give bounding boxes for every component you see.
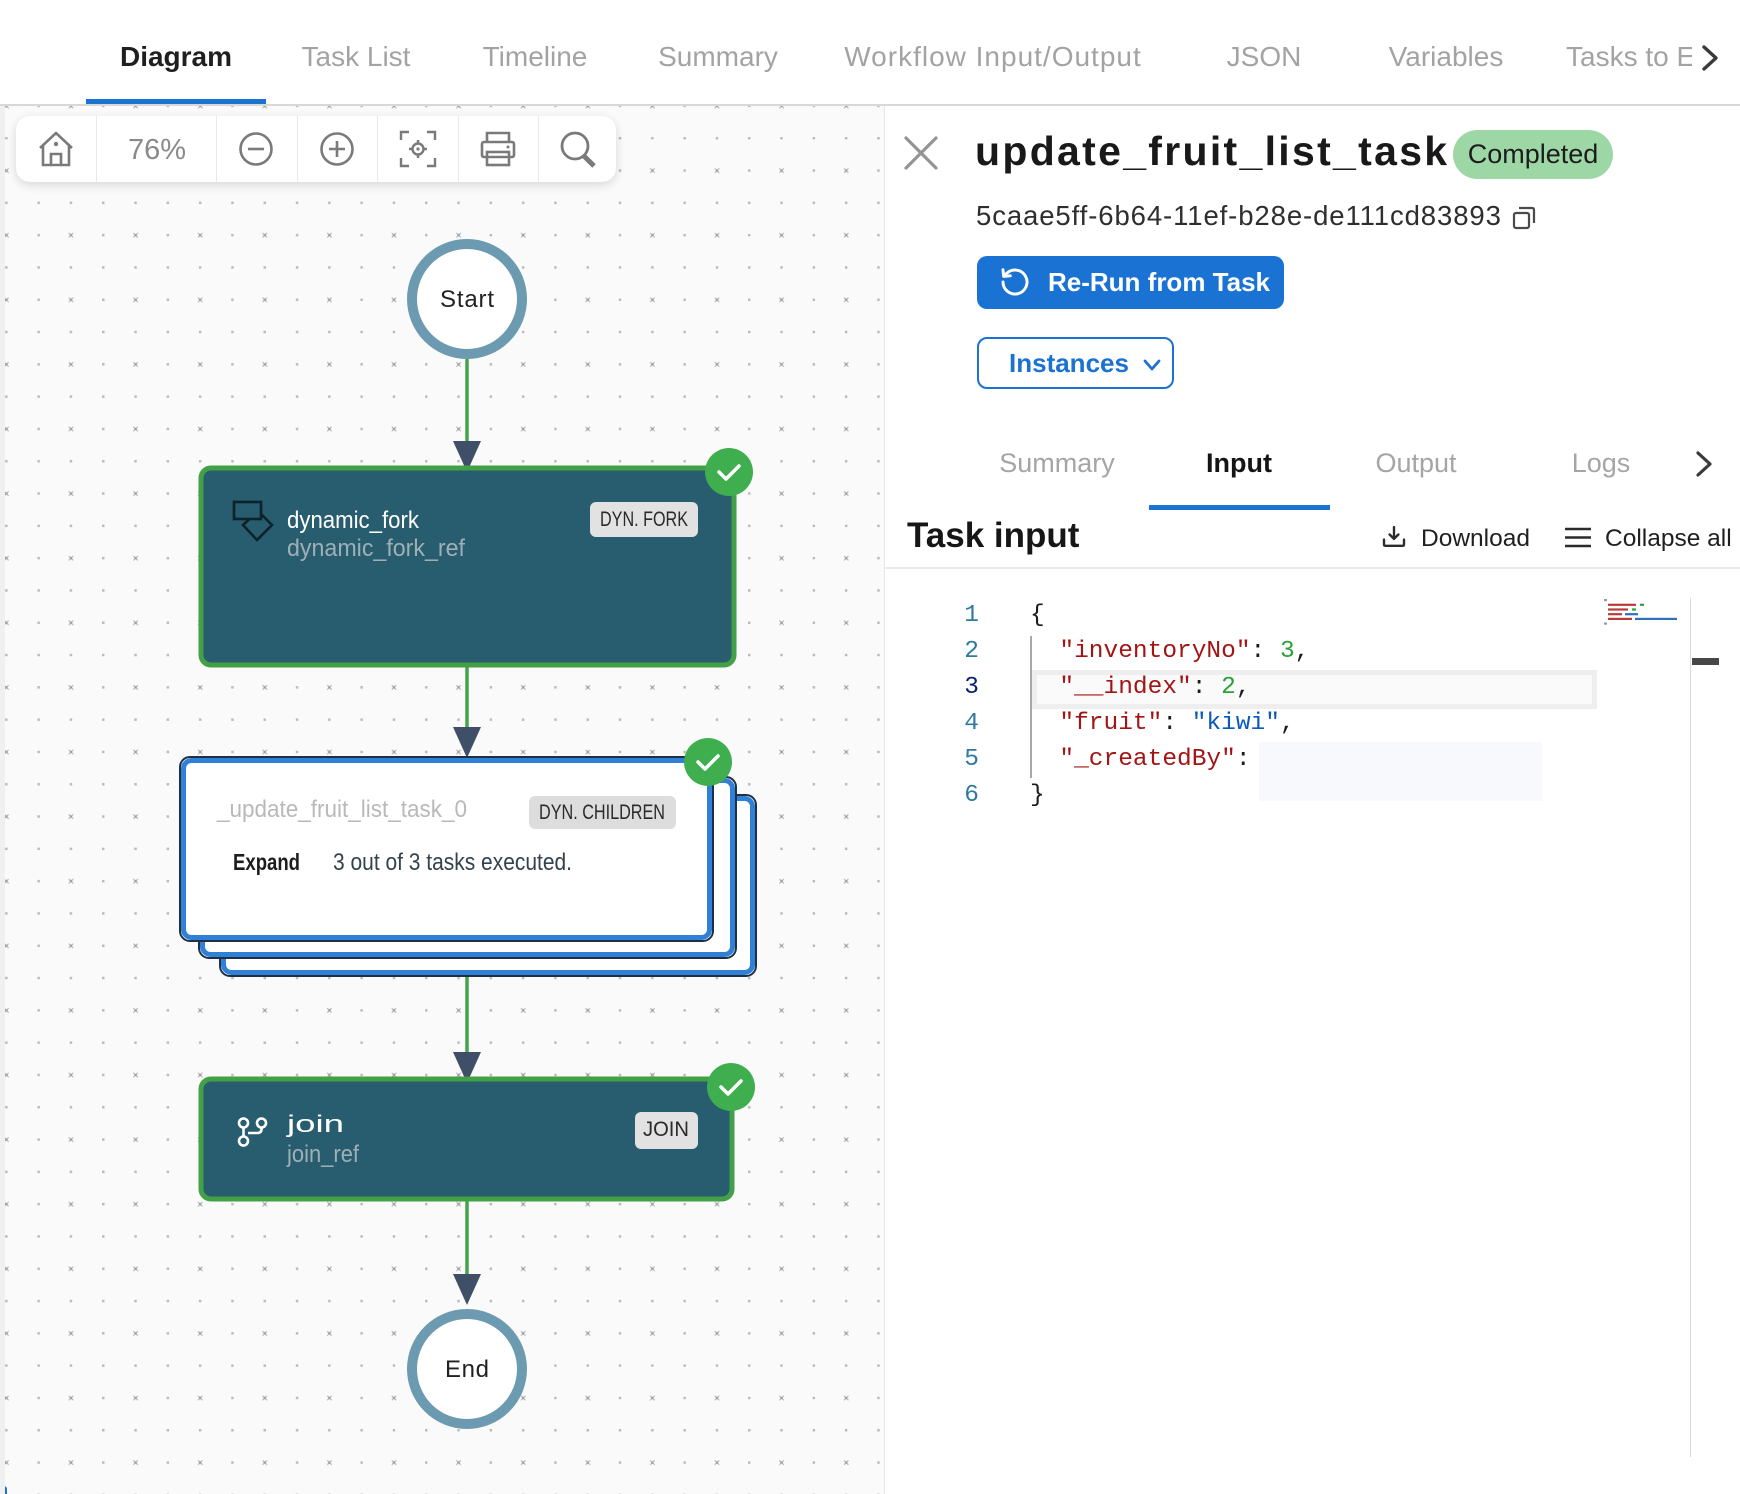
- svg-text:End: End: [445, 1356, 489, 1383]
- svg-text:join: join: [285, 1111, 344, 1138]
- svg-text:dynamic_fork: dynamic_fork: [287, 507, 420, 534]
- svg-text:Expand: Expand: [233, 849, 300, 875]
- svg-text:3 out of 3 tasks executed.: 3 out of 3 tasks executed.: [333, 849, 572, 876]
- svg-text:DYN. FORK: DYN. FORK: [600, 508, 688, 531]
- svg-text:DYN. CHILDREN: DYN. CHILDREN: [539, 801, 665, 824]
- svg-text:Start: Start: [440, 286, 494, 313]
- svg-text:_update_fruit_list_task_0: _update_fruit_list_task_0: [216, 796, 467, 823]
- svg-text:join_ref: join_ref: [286, 1141, 359, 1168]
- svg-text:dynamic_fork_ref: dynamic_fork_ref: [287, 535, 465, 562]
- svg-text:JOIN: JOIN: [643, 1118, 689, 1141]
